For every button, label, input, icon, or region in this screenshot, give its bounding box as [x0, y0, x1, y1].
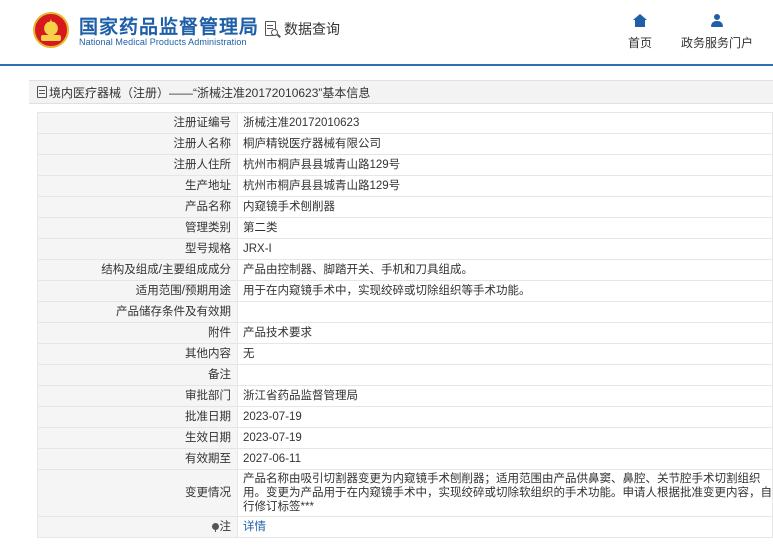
table-row: 变更情况 产品名称由吸引切割器变更为内窥镜手术刨削器；适用范围由产品供鼻窦、鼻腔、… — [37, 469, 773, 517]
table-row: 有效期至 2027-06-11 — [37, 448, 773, 470]
field-value: 2023-07-19 — [237, 427, 773, 449]
basic-info-table: 注册证编号 浙械注准20172010623 注册人名称 桐庐精锐医疗器械有限公司 注册人… — [37, 112, 773, 538]
field-label: 有效期至 — [37, 448, 238, 470]
user-icon — [710, 14, 724, 28]
note-label-cell: 注 — [37, 516, 238, 538]
field-label: 附件 — [37, 322, 238, 344]
field-value: 无 — [237, 343, 773, 365]
field-label: 注册人名称 — [37, 133, 238, 155]
field-label: 批准日期 — [37, 406, 238, 428]
field-label: 变更情况 — [37, 469, 238, 517]
note-row: 注详情 — [37, 516, 773, 538]
field-label: 生产地址 — [37, 175, 238, 197]
field-label: 生效日期 — [37, 427, 238, 449]
table-row: 注册人住所 杭州市桐庐县县城青山路129号 — [37, 154, 773, 176]
field-value: 浙械注准20172010623 — [237, 112, 773, 134]
field-label: 产品储存条件及有效期 — [37, 301, 238, 323]
table-row: 备注 — [37, 364, 773, 386]
nav-home-label: 首页 — [627, 36, 652, 50]
table-row: 注册证编号 浙械注准20172010623 — [37, 112, 773, 134]
table-row: 产品储存条件及有效期 — [37, 301, 773, 323]
field-value: 2023-07-19 — [237, 406, 773, 428]
field-value: 内窥镜手术刨削器 — [237, 196, 773, 218]
brand-name-cn[interactable]: 国家药品监督管理局 — [79, 12, 259, 39]
details-link[interactable]: 详情 — [243, 521, 266, 533]
field-label: 注册证编号 — [37, 112, 238, 134]
note-value-cell: 详情 — [237, 516, 773, 538]
nav-home[interactable]: 首页 — [626, 14, 654, 51]
field-value — [237, 364, 773, 386]
field-value: 杭州市桐庐县县城青山路129号 — [237, 154, 773, 176]
table-row: 产品名称 内窥镜手术刨削器 — [37, 196, 773, 218]
field-value — [237, 301, 773, 323]
table-row: 适用范围/预期用途 用于在内窥镜手术中，实现绞碎或切除组织等手术功能。 — [37, 280, 773, 302]
table-row: 型号规格 JRX-I — [37, 238, 773, 260]
field-value: 浙江省药品监督管理局 — [237, 385, 773, 407]
field-value: 第二类 — [237, 217, 773, 239]
brand-name-en[interactable]: National Medical Products Administration — [79, 37, 247, 47]
field-value: 桐庐精锐医疗器械有限公司 — [237, 133, 773, 155]
page-title: 境内医疗器械（注册）——“浙械注准20172010623”基本信息 — [49, 85, 371, 100]
note-label: 注 — [219, 521, 232, 533]
nav-gov-services-label: 政务服务门户 — [680, 36, 753, 50]
field-value: 产品由控制器、脚踏开关、手机和刀具组成。 — [237, 259, 773, 281]
star-icon: ★ — [46, 18, 56, 30]
field-label: 适用范围/预期用途 — [37, 280, 238, 302]
field-value: 产品名称由吸引切割器变更为内窥镜手术刨削器；适用范围由产品供鼻窦、鼻腔、关节腔手… — [237, 469, 773, 517]
table-row: 注册人名称 桐庐精锐医疗器械有限公司 — [37, 133, 773, 155]
field-value: 用于在内窥镜手术中，实现绞碎或切除组织等手术功能。 — [237, 280, 773, 302]
field-label: 结构及组成/主要组成成分 — [37, 259, 238, 281]
table-row: 结构及组成/主要组成成分 产品由控制器、脚踏开关、手机和刀具组成。 — [37, 259, 773, 281]
table-row: 生效日期 2023-07-19 — [37, 427, 773, 449]
field-value: 2027-06-11 — [237, 448, 773, 470]
field-value: JRX-I — [237, 238, 773, 260]
nav-gov-services[interactable]: 政务服务门户 — [678, 14, 756, 51]
table-row: 批准日期 2023-07-19 — [37, 406, 773, 428]
field-label: 审批部门 — [37, 385, 238, 407]
pin-icon — [211, 523, 219, 532]
field-label: 产品名称 — [37, 196, 238, 218]
document-search-icon — [264, 20, 281, 39]
field-label: 管理类别 — [37, 217, 238, 239]
field-value: 杭州市桐庐县县城青山路129号 — [237, 175, 773, 197]
national-emblem-logo[interactable]: ★ — [33, 12, 69, 48]
site-header: ★ 国家药品监督管理局 National Medical Products Ad… — [0, 0, 773, 66]
field-value: 产品技术要求 — [237, 322, 773, 344]
document-icon — [37, 86, 47, 98]
table-row: 审批部门 浙江省药品监督管理局 — [37, 385, 773, 407]
section-title-bar: 境内医疗器械（注册）——“浙械注准20172010623”基本信息 — [29, 80, 773, 104]
data-query-link[interactable]: 数据查询 — [264, 19, 340, 39]
table-row: 其他内容无 — [37, 343, 773, 365]
data-query-label: 数据查询 — [284, 21, 340, 37]
field-label: 注册人住所 — [37, 154, 238, 176]
field-label: 型号规格 — [37, 238, 238, 260]
field-label: 备注 — [37, 364, 238, 386]
table-row: 管理类别 第二类 — [37, 217, 773, 239]
field-label: 其他内容 — [37, 343, 238, 365]
table-row: 附件 产品技术要求 — [37, 322, 773, 344]
home-icon — [633, 14, 647, 28]
table-row: 生产地址 杭州市桐庐县县城青山路129号 — [37, 175, 773, 197]
